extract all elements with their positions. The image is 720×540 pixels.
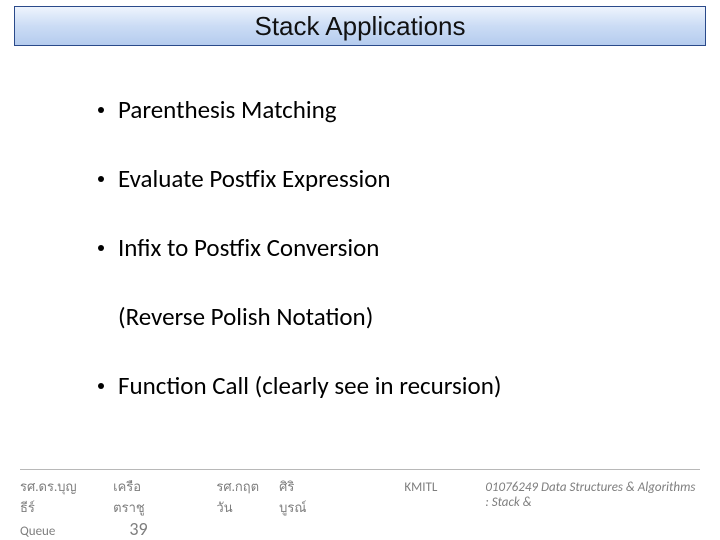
bullet-text: Parenthesis Matching [118,94,337,125]
bullet-dot-icon [98,176,104,182]
footer-divider [20,469,700,470]
bullet-item: Infix to Postfix Conversion [98,232,720,263]
footer-row: รศ.ดร.บุญธีร์ เครือตราชู รศ.กฤตวัน ศิริบ… [20,476,700,518]
footer-queue: Queue [20,524,55,539]
bullet-dot-icon [98,107,104,113]
footer-course: 01076249 Data Structures & Algorithms : … [485,480,700,510]
bullet-dot-icon [98,383,104,389]
sub-note: (Reverse Polish Notation) [118,301,720,332]
slide-content: Parenthesis Matching Evaluate Postfix Ex… [0,46,720,401]
slide-title-bar: Stack Applications [14,6,706,46]
slide-number: 39 [129,518,147,540]
bullet-item: Function Call (clearly see in recursion) [98,370,720,401]
bullet-text: Evaluate Postfix Expression [118,163,391,194]
bullet-item: Parenthesis Matching [98,94,720,125]
bullet-dot-icon [98,245,104,251]
slide-footer: รศ.ดร.บุญธีร์ เครือตราชู รศ.กฤตวัน ศิริบ… [0,469,720,540]
bullet-text: Infix to Postfix Conversion [118,232,379,263]
footer-name: ศิริบูรณ์ [279,476,314,518]
footer-name: เครือตราชู [113,476,162,518]
footer-name: รศ.กฤตวัน [216,476,265,518]
bullet-item: Evaluate Postfix Expression [98,163,720,194]
slide-title: Stack Applications [254,11,465,42]
footer-name: รศ.ดร.บุญธีร์ [20,476,79,518]
footer-row: Queue 39 [20,518,700,540]
bullet-text: Function Call (clearly see in recursion) [118,370,501,401]
footer-institution: KMITL [404,480,437,495]
